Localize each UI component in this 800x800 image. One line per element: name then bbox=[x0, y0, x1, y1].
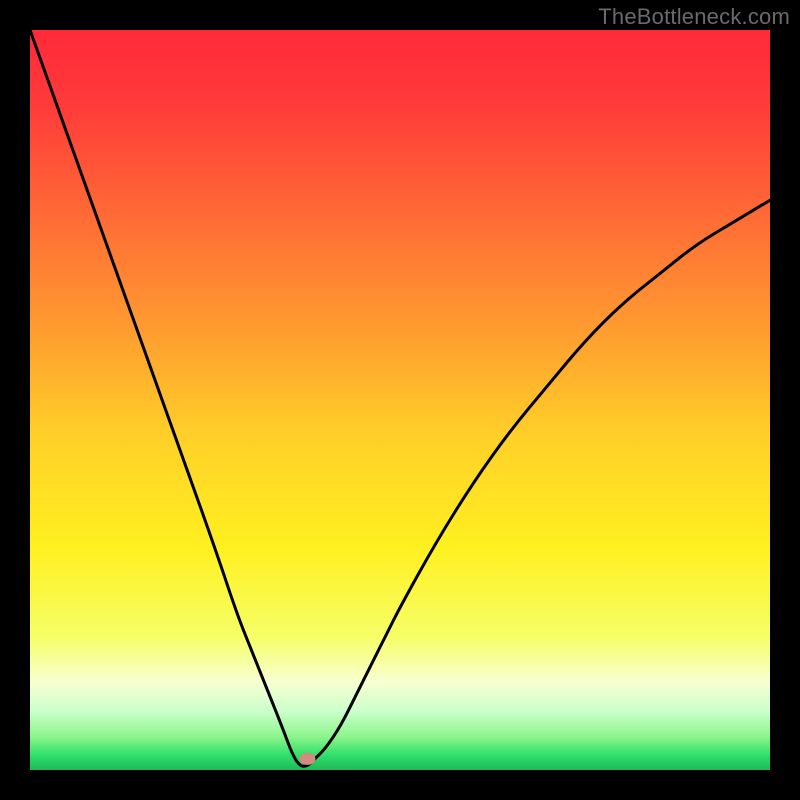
optimum-marker bbox=[300, 753, 316, 765]
watermark-label: TheBottleneck.com bbox=[598, 4, 790, 30]
chart-container: TheBottleneck.com bbox=[0, 0, 800, 800]
gradient-background bbox=[30, 30, 770, 770]
chart-svg bbox=[30, 30, 770, 770]
plot-area bbox=[30, 30, 770, 770]
